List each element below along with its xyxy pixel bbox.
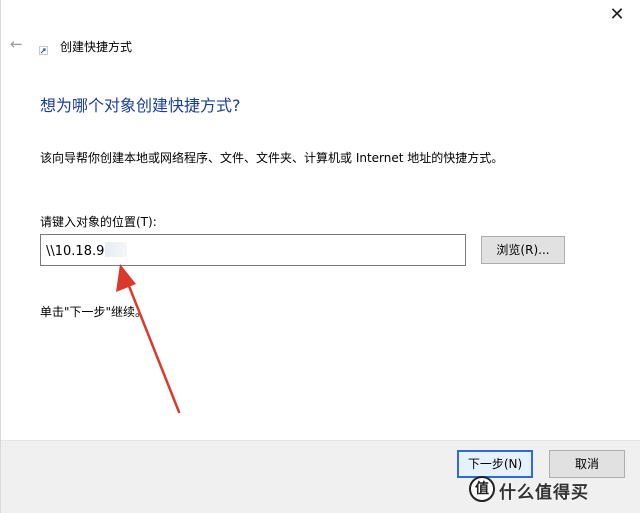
location-label: 请键入对象的位置(T): — [40, 215, 157, 229]
browse-button[interactable]: 浏览(R)... — [481, 236, 565, 264]
create-shortcut-window: ✕ ← 创建快捷方式 想为哪个对象创建快捷方式? 该向导帮你创建本地或网络程序、… — [0, 0, 640, 513]
window-title: 创建快捷方式 — [60, 40, 133, 54]
close-button[interactable]: ✕ — [594, 0, 640, 30]
watermark-text: 什么值得买 — [499, 483, 589, 503]
next-button[interactable]: 下一步(N) — [457, 450, 533, 478]
continue-instruction: 单击"下一步"继续。 — [40, 305, 148, 319]
page-heading: 想为哪个对象创建快捷方式? — [40, 96, 241, 115]
shortcut-icon — [39, 46, 48, 55]
cancel-button[interactable]: 取消 — [549, 450, 625, 478]
site-watermark: 值 什么值得买 — [469, 476, 640, 503]
redaction-blur — [105, 242, 128, 257]
location-input-value: \\10.18.9 — [46, 244, 105, 259]
back-arrow-icon[interactable]: ← — [10, 37, 24, 52]
wizard-description: 该向导帮你创建本地或网络程序、文件、文件夹、计算机或 Internet 地址的快… — [40, 151, 504, 165]
location-input[interactable]: \\10.18.9 — [40, 234, 466, 266]
watermark-logo: 值 — [469, 476, 495, 502]
wizard-titlebar: ← 创建快捷方式 — [1, 30, 640, 64]
